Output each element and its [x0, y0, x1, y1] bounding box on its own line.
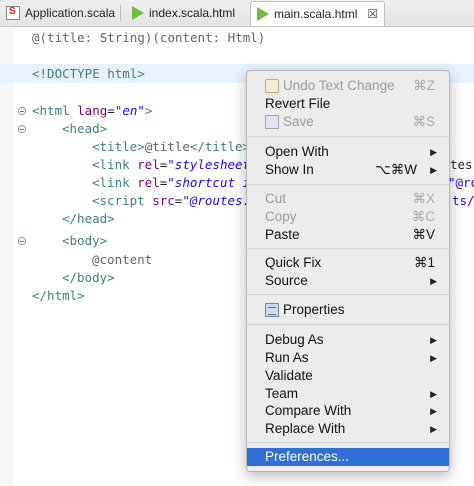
code-overflow-6: tes.	[450, 157, 474, 172]
menu-copy[interactable]: Copy ⌘C	[247, 208, 449, 226]
code-line-8: <script src="@routes.	[92, 193, 251, 208]
code-line-6: <link rel="stylesheet	[92, 157, 251, 172]
close-tab-icon[interactable]: ☒	[367, 7, 378, 21]
tab-application-scala[interactable]: Application.scala	[0, 2, 115, 24]
code-line-7: <link rel="shortcut i	[92, 175, 251, 190]
menu-separator	[247, 294, 449, 295]
menu-separator	[247, 248, 449, 249]
menu-open-with[interactable]: Open With ▶	[247, 143, 449, 161]
code-line-10: <body>	[62, 233, 108, 248]
menu-validate[interactable]: Validate	[247, 367, 449, 385]
menu-separator	[247, 442, 449, 443]
submenu-arrow-icon: ▶	[430, 147, 437, 157]
scala-file-icon	[6, 6, 20, 20]
code-line-13: </html>	[32, 288, 85, 303]
editor-context-menu: Undo Text Change ⌘Z Revert File Save ⌘S …	[246, 70, 450, 472]
undo-icon	[265, 79, 279, 93]
submenu-arrow-icon: ▶	[430, 276, 437, 286]
menu-compare-with[interactable]: Compare With ▶	[247, 402, 449, 420]
menu-preferences[interactable]: Preferences...	[247, 448, 449, 466]
menu-quick-fix[interactable]: Quick Fix ⌘1	[247, 254, 449, 272]
tab-label: main.scala.html	[274, 7, 358, 21]
editor-tab-bar: Application.scala index.scala.html main.…	[0, 0, 474, 27]
submenu-arrow-icon: ▶	[430, 335, 437, 345]
code-line-5: <title>@title</title>	[92, 139, 251, 154]
code-line-4: <head>	[62, 121, 108, 136]
menu-run-as[interactable]: Run As ▶	[247, 349, 449, 367]
tab-divider	[120, 5, 121, 21]
menu-debug-as[interactable]: Debug As ▶	[247, 331, 449, 349]
submenu-arrow-icon: ▶	[430, 165, 437, 175]
menu-separator	[247, 184, 449, 185]
menu-paste[interactable]: Paste ⌘V	[247, 226, 449, 244]
fold-toggle-icon[interactable]	[18, 107, 26, 115]
code-overflow-7: "@ro	[448, 175, 474, 190]
play-file-icon	[257, 7, 269, 21]
submenu-arrow-icon: ▶	[430, 389, 437, 399]
code-line-2: <!DOCTYPE html>	[32, 66, 145, 81]
menu-save[interactable]: Save ⌘S	[247, 113, 449, 131]
menu-source[interactable]: Source ▶	[247, 272, 449, 290]
properties-icon	[265, 303, 279, 317]
submenu-arrow-icon: ▶	[430, 424, 437, 434]
code-line-9: </head>	[62, 211, 115, 226]
menu-separator	[247, 324, 449, 325]
fold-toggle-icon[interactable]	[18, 125, 26, 133]
menu-show-in[interactable]: Show In ⌥⌘W ▶	[247, 161, 449, 179]
menu-team[interactable]: Team ▶	[247, 385, 449, 403]
tab-index-scala-html[interactable]: index.scala.html	[126, 2, 235, 24]
menu-cut[interactable]: Cut ⌘X	[247, 190, 449, 208]
code-overflow-8: ts/	[452, 193, 474, 208]
tab-main-scala-html[interactable]: main.scala.html ☒	[250, 1, 386, 26]
menu-replace-with[interactable]: Replace With ▶	[247, 420, 449, 438]
fold-toggle-icon[interactable]	[18, 237, 26, 245]
submenu-arrow-icon: ▶	[430, 406, 437, 416]
submenu-arrow-icon: ▶	[430, 353, 437, 363]
tab-label: Application.scala	[25, 6, 116, 20]
code-line-12: </body>	[62, 270, 115, 285]
code-line-11: @content	[92, 252, 153, 267]
save-icon	[265, 115, 279, 129]
code-line-3: <html lang="en">	[32, 103, 153, 118]
code-line-1: @(title: String)(content: Html)	[32, 30, 266, 45]
menu-revert-file[interactable]: Revert File	[247, 95, 449, 113]
tab-label: index.scala.html	[149, 6, 236, 20]
editor-gutter	[0, 27, 14, 486]
menu-undo-text-change[interactable]: Undo Text Change ⌘Z	[247, 77, 449, 95]
play-file-icon	[132, 6, 144, 20]
menu-properties[interactable]: Properties	[247, 301, 449, 319]
menu-separator	[247, 136, 449, 137]
